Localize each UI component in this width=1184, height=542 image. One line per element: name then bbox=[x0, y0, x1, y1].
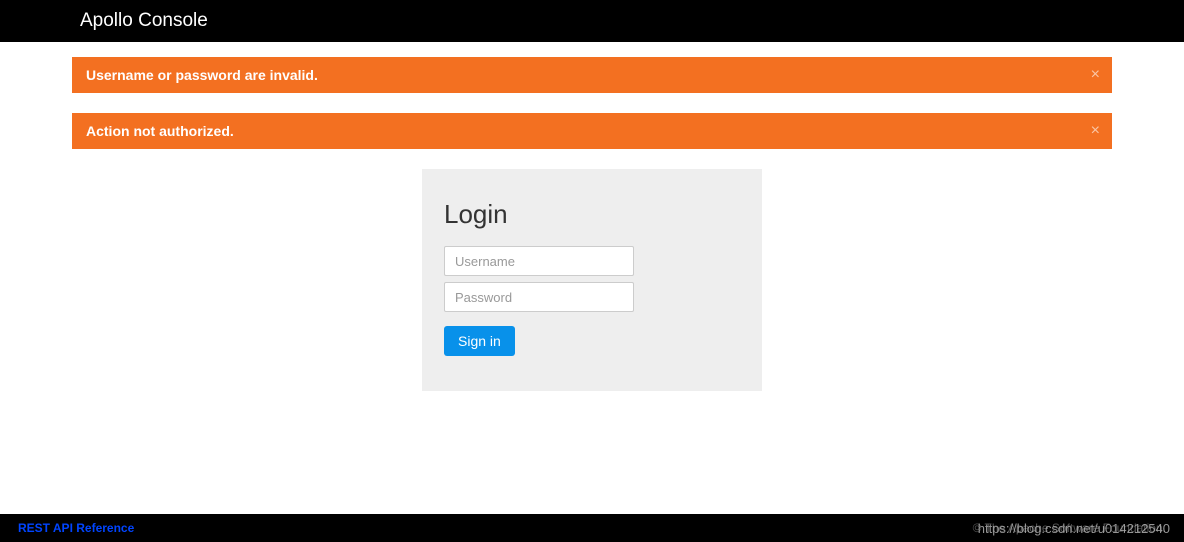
login-title: Login bbox=[444, 199, 740, 230]
signin-button[interactable]: Sign in bbox=[444, 326, 515, 356]
main-container: Username or password are invalid. × Acti… bbox=[72, 42, 1112, 391]
alert-message: Action not authorized. bbox=[86, 123, 234, 139]
close-icon[interactable]: × bbox=[1091, 67, 1100, 83]
login-panel: Login Sign in bbox=[422, 169, 762, 391]
footer-left: REST API Reference bbox=[18, 521, 134, 535]
watermark: https://blog.csdn.net/u014212540 bbox=[978, 521, 1170, 536]
rest-api-link[interactable]: REST API Reference bbox=[18, 521, 134, 535]
alert-not-authorized: Action not authorized. × bbox=[72, 113, 1112, 149]
username-input[interactable] bbox=[444, 246, 634, 276]
app-title: Apollo Console bbox=[80, 10, 208, 32]
alert-message: Username or password are invalid. bbox=[86, 67, 318, 83]
password-input[interactable] bbox=[444, 282, 634, 312]
close-icon[interactable]: × bbox=[1091, 123, 1100, 139]
alert-invalid-credentials: Username or password are invalid. × bbox=[72, 57, 1112, 93]
navbar: Apollo Console bbox=[0, 0, 1184, 42]
